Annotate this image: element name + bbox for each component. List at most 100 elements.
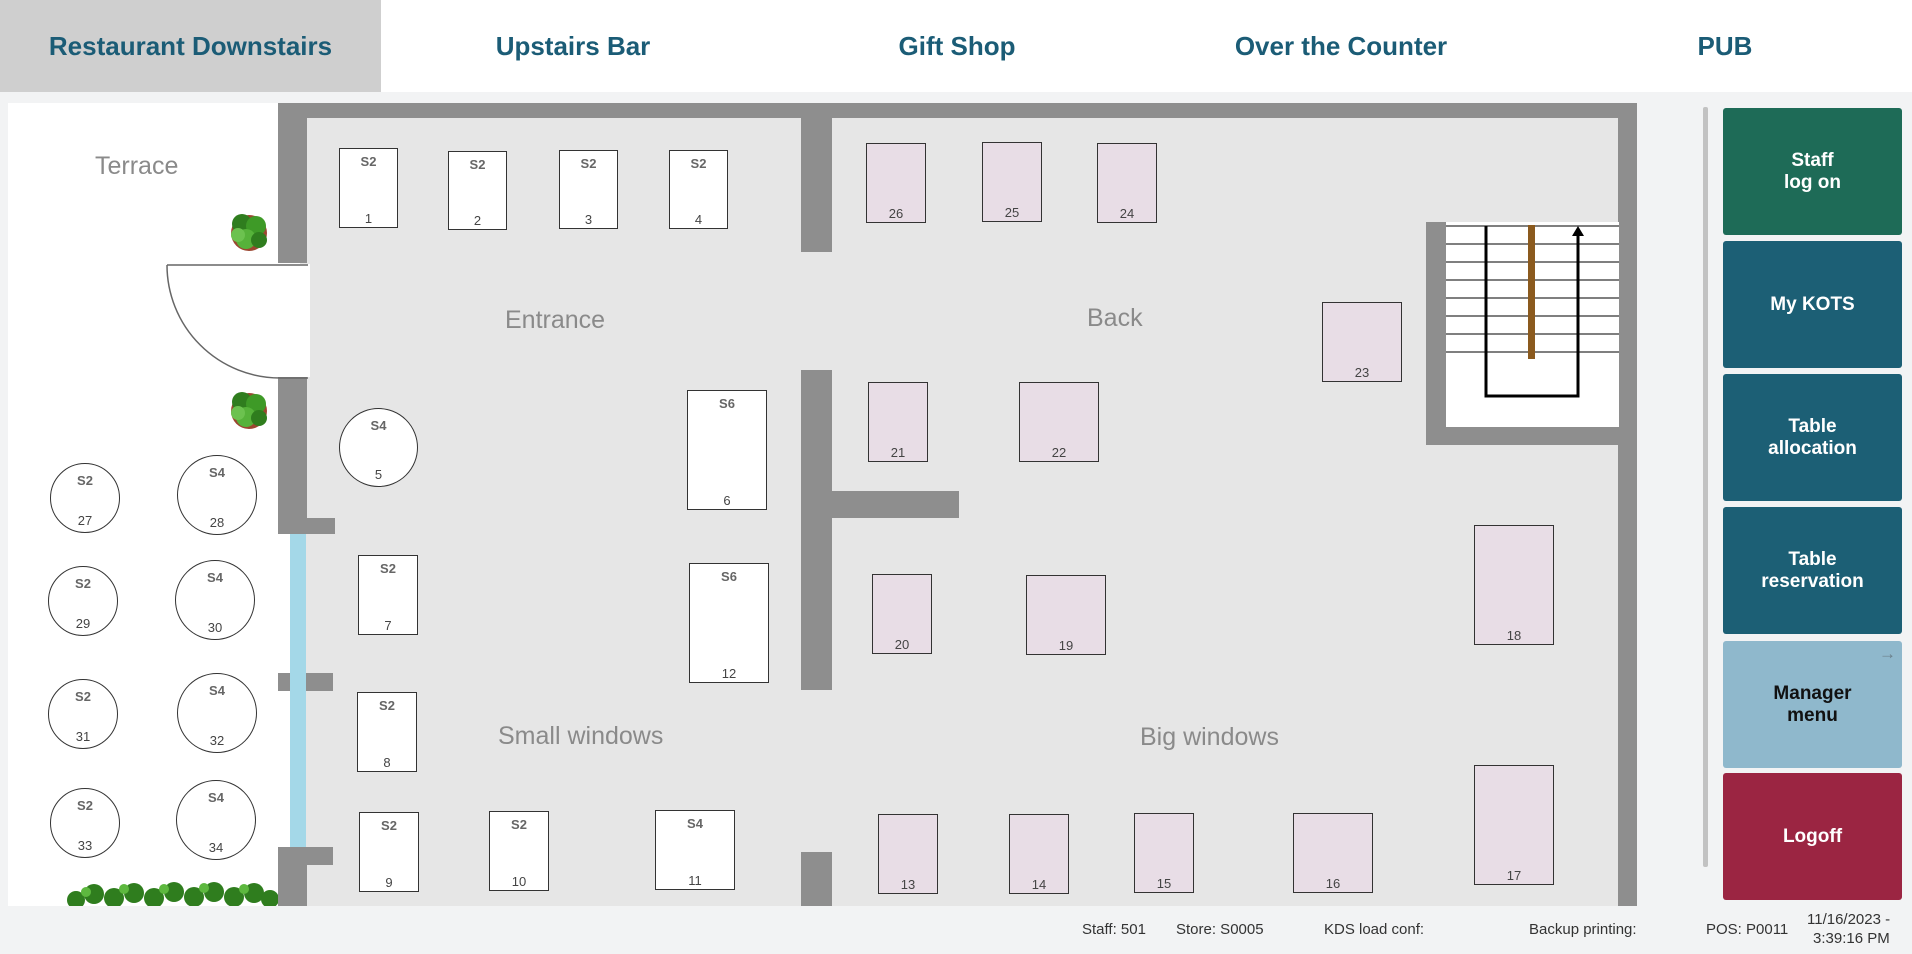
table-22[interactable]: 22 xyxy=(1019,382,1099,462)
table-2[interactable]: S2 2 xyxy=(448,151,507,230)
status-staff: Staff: 501 xyxy=(1082,921,1146,938)
table-number: 11 xyxy=(688,873,702,888)
wall-left-lower xyxy=(278,847,307,906)
table-3[interactable]: S2 3 xyxy=(559,150,618,229)
plant-icon xyxy=(231,392,267,429)
stair-wall xyxy=(1426,427,1628,445)
status-kds: KDS load conf: xyxy=(1324,921,1425,938)
table-number: 16 xyxy=(1325,876,1341,891)
table-number: 29 xyxy=(75,616,91,631)
table-19[interactable]: 19 xyxy=(1026,575,1106,655)
table-number: 18 xyxy=(1506,628,1522,643)
area-label-big-windows: Big windows xyxy=(1140,723,1279,751)
table-size: S4 xyxy=(687,816,703,831)
table-25[interactable]: 25 xyxy=(982,142,1042,222)
wall-left-middle xyxy=(278,377,307,534)
area-tab-bar: Restaurant Downstairs Upstairs Bar Gift … xyxy=(0,0,1912,92)
table-11[interactable]: S4 11 xyxy=(655,810,735,890)
table-number: 12 xyxy=(721,666,737,681)
table-number: 14 xyxy=(1031,877,1047,892)
table-number: 33 xyxy=(77,838,93,853)
table-5[interactable]: S4 5 xyxy=(339,408,418,487)
table-27[interactable]: S2 27 xyxy=(50,463,120,533)
status-backup-printing: Backup printing: xyxy=(1529,921,1637,938)
table-number: 30 xyxy=(207,620,223,635)
table-4[interactable]: S2 4 xyxy=(669,150,728,229)
wall-divider-branch xyxy=(801,491,959,518)
table-15[interactable]: 15 xyxy=(1134,813,1194,893)
table-number: 28 xyxy=(209,515,225,530)
table-1[interactable]: S2 1 xyxy=(339,148,398,228)
table-6[interactable]: S6 6 xyxy=(687,390,767,510)
wall-right xyxy=(1618,103,1637,906)
table-20[interactable]: 20 xyxy=(872,574,932,654)
table-number: 20 xyxy=(894,637,910,652)
table-number: 1 xyxy=(364,211,373,226)
table-17[interactable]: 17 xyxy=(1474,765,1554,885)
table-14[interactable]: 14 xyxy=(1009,814,1069,894)
wall-top xyxy=(278,103,1636,118)
table-33[interactable]: S2 33 xyxy=(50,788,120,858)
table-9[interactable]: S2 9 xyxy=(359,812,419,892)
table-16[interactable]: 16 xyxy=(1293,813,1373,893)
area-label-back: Back xyxy=(1087,304,1143,332)
table-24[interactable]: 24 xyxy=(1097,143,1157,223)
status-time: 3:39:16 PM xyxy=(1813,930,1890,945)
table-8[interactable]: S2 8 xyxy=(357,692,417,772)
table-30[interactable]: S4 30 xyxy=(175,560,255,640)
table-size: S2 xyxy=(580,156,597,171)
table-12[interactable]: S6 12 xyxy=(689,563,769,683)
table-28[interactable]: S4 28 xyxy=(177,455,257,535)
staff-logon-button[interactable]: Staff log on xyxy=(1723,108,1902,235)
area-label-entrance: Entrance xyxy=(505,306,606,334)
table-size: S2 xyxy=(379,698,395,713)
table-size: S2 xyxy=(381,818,397,833)
tab-restaurant-downstairs[interactable]: Restaurant Downstairs xyxy=(0,0,381,92)
table-size: S2 xyxy=(77,473,93,488)
table-23[interactable]: 23 xyxy=(1322,302,1402,382)
logoff-button[interactable]: Logoff xyxy=(1723,773,1902,900)
table-34[interactable]: S4 34 xyxy=(176,780,256,860)
table-number: 17 xyxy=(1506,868,1522,883)
table-number: 21 xyxy=(890,445,906,460)
wall-left-upper xyxy=(278,103,307,263)
table-26[interactable]: 26 xyxy=(866,143,926,223)
table-allocation-button[interactable]: Table allocation xyxy=(1723,374,1902,501)
table-number: 4 xyxy=(694,212,703,227)
table-29[interactable]: S2 29 xyxy=(48,566,118,636)
table-number: 9 xyxy=(385,875,393,890)
table-number: 24 xyxy=(1119,206,1135,221)
tab-pub[interactable]: PUB xyxy=(1600,0,1850,92)
table-size: S6 xyxy=(719,396,735,411)
table-size: S4 xyxy=(207,570,223,585)
table-32[interactable]: S4 32 xyxy=(177,673,257,753)
table-21[interactable]: 21 xyxy=(868,382,928,462)
table-size: S2 xyxy=(469,157,486,172)
table-number: 10 xyxy=(511,874,527,889)
table-number: 3 xyxy=(584,212,593,227)
table-number: 25 xyxy=(1004,205,1020,220)
table-10[interactable]: S2 10 xyxy=(489,811,549,891)
my-kots-button[interactable]: My KOTS xyxy=(1723,241,1902,368)
stair-wall xyxy=(1426,222,1446,445)
tab-over-the-counter[interactable]: Over the Counter xyxy=(1160,0,1522,92)
table-13[interactable]: 13 xyxy=(878,814,938,894)
floor-scrollbar[interactable] xyxy=(1703,107,1708,867)
table-number: 15 xyxy=(1156,876,1172,891)
table-number: 5 xyxy=(374,467,383,482)
status-pos: POS: P0011 xyxy=(1706,921,1789,938)
table-size: S4 xyxy=(370,418,387,433)
table-31[interactable]: S2 31 xyxy=(48,679,118,749)
wall-divider-middle xyxy=(801,370,832,690)
table-size: S2 xyxy=(380,561,396,576)
manager-menu-button[interactable]: Manager menu → xyxy=(1723,641,1902,768)
tab-upstairs-bar[interactable]: Upstairs Bar xyxy=(400,0,746,92)
table-number: 19 xyxy=(1058,638,1074,653)
table-18[interactable]: 18 xyxy=(1474,525,1554,645)
entrance-door xyxy=(166,264,310,379)
table-7[interactable]: S2 7 xyxy=(358,555,418,635)
table-reservation-button[interactable]: Table reservation xyxy=(1723,507,1902,634)
table-size: S4 xyxy=(208,790,224,805)
table-size: S2 xyxy=(75,689,91,704)
tab-gift-shop[interactable]: Gift Shop xyxy=(800,0,1114,92)
